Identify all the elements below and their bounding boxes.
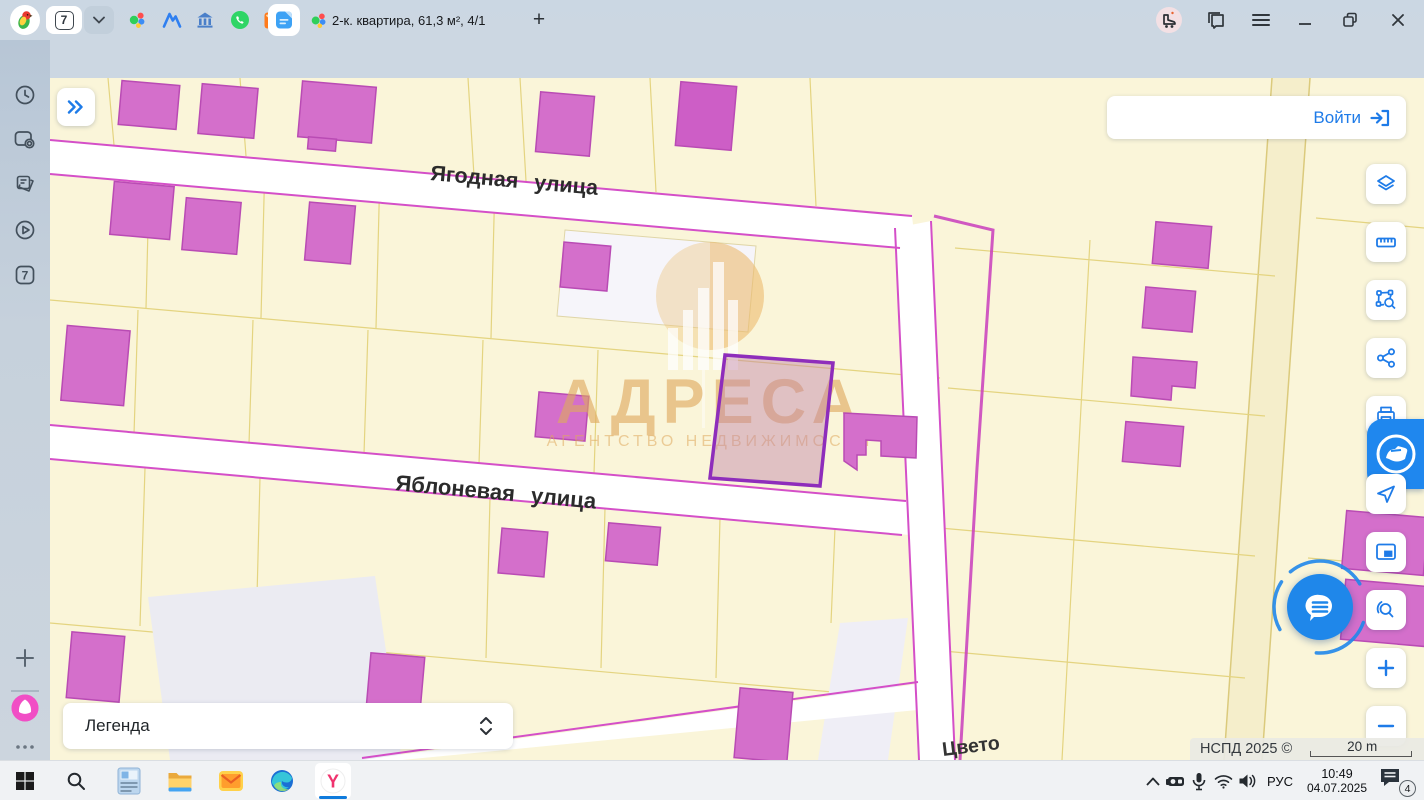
zoom-in-button[interactable] [1366,648,1406,688]
expand-panel-button[interactable] [57,88,95,126]
tab-count: 7 [55,11,74,30]
copyright-text: НСПД 2025 © [1200,741,1292,757]
menu-hamburger-icon[interactable] [1248,0,1274,40]
legend-panel[interactable]: Легенда [63,703,513,749]
sidebar-more-icon[interactable] [0,730,50,764]
legend-collapse-icon[interactable] [479,715,493,737]
active-app-indicator [319,796,347,799]
selected-parcel[interactable] [710,355,833,486]
window-close-button[interactable] [1385,0,1411,40]
feed-icon[interactable] [0,168,50,202]
browser-toolbar: Я nspd.gov.ru НСПД | Геоинформационный п… [0,40,1424,78]
sidebar-add-icon[interactable] [0,641,50,675]
tray-language[interactable]: РУС [1262,761,1298,800]
scale-bar: 20 m [1306,739,1418,759]
login-label: Войти [1313,108,1361,128]
tab-bar: 7 [0,0,1424,40]
browser-logo-icon[interactable] [10,5,40,35]
layers-button[interactable] [1366,164,1406,204]
taskbar-search-icon[interactable] [61,761,91,800]
scale-ruler [1310,751,1412,757]
history-icon[interactable] [0,78,50,112]
video-play-icon[interactable] [0,213,50,247]
screenshot-tool-icon[interactable] [0,123,50,157]
yandex-browser-taskbar-icon[interactable]: Y [315,763,351,799]
svg-text:Y: Y [327,772,339,792]
map-attribution: НСПД 2025 © 20 m [1190,738,1424,760]
chat-button[interactable] [1287,574,1353,640]
pinned-tab-blue-a-icon[interactable] [160,8,184,32]
login-arrow-icon [1370,109,1390,127]
new-tab-button[interactable]: + [524,6,554,34]
locate-button[interactable] [1366,474,1406,514]
search-location-button[interactable] [1366,590,1406,630]
edge-browser-icon[interactable] [267,761,297,800]
map-graphics: АДРЕСА АГЕНТСТВО НЕДВИЖИМОСТИ Ягодная ул… [50,78,1424,760]
pinned-tab-building-icon[interactable] [193,8,217,32]
alice-assistant-icon[interactable] [0,691,50,725]
active-pinned-tab-document[interactable] [268,4,300,36]
tray-device-icon[interactable] [1163,761,1189,800]
tab-list-chevron-button[interactable] [84,6,114,34]
tray-microphone-icon[interactable] [1188,761,1210,800]
tab-favicon-dots[interactable] [306,8,330,32]
profile-avatar[interactable] [1154,0,1184,40]
start-button[interactable] [10,761,40,800]
taskbar-app-1c-icon[interactable] [113,761,145,800]
tray-time: 10:49 [1321,767,1352,782]
area-search-button[interactable] [1366,280,1406,320]
tray-date: 04.07.2025 [1307,781,1367,796]
taskbar: Y [0,760,1424,800]
tray-wifi-icon[interactable] [1211,761,1235,800]
overview-map-button[interactable] [1366,532,1406,572]
active-tab-title[interactable]: 2-к. квартира, 61,3 м², 4/1 [332,0,485,40]
side-panels-icon[interactable] [1203,0,1229,40]
notification-center-button[interactable]: 4 [1378,765,1416,797]
taskbar-mail-icon[interactable] [216,761,246,800]
browser-window: 7 [0,0,1424,800]
tray-clock[interactable]: 10:49 04.07.2025 [1300,761,1374,800]
file-explorer-icon[interactable] [164,761,196,800]
sidebar-tab-count[interactable]: 7 [0,258,50,292]
window-minimize-button[interactable] [1292,0,1318,40]
window-restore-button[interactable] [1337,0,1363,40]
legend-title: Легенда [85,716,150,736]
tab-counter-button[interactable]: 7 [46,6,82,34]
share-button[interactable] [1366,338,1406,378]
measure-ruler-button[interactable] [1366,222,1406,262]
pinned-tab-whatsapp-icon[interactable] [228,8,252,32]
svg-text:7: 7 [22,269,29,283]
browser-sidebar: 7 [0,40,50,760]
notification-badge: 4 [1399,780,1416,797]
tray-speaker-icon[interactable] [1235,761,1259,800]
login-panel[interactable]: Войти [1107,96,1406,139]
pinned-tab-yandex-services-icon[interactable] [125,8,149,32]
map-canvas[interactable]: АДРЕСА АГЕНТСТВО НЕДВИЖИМОСТИ Ягодная ул… [50,78,1424,760]
